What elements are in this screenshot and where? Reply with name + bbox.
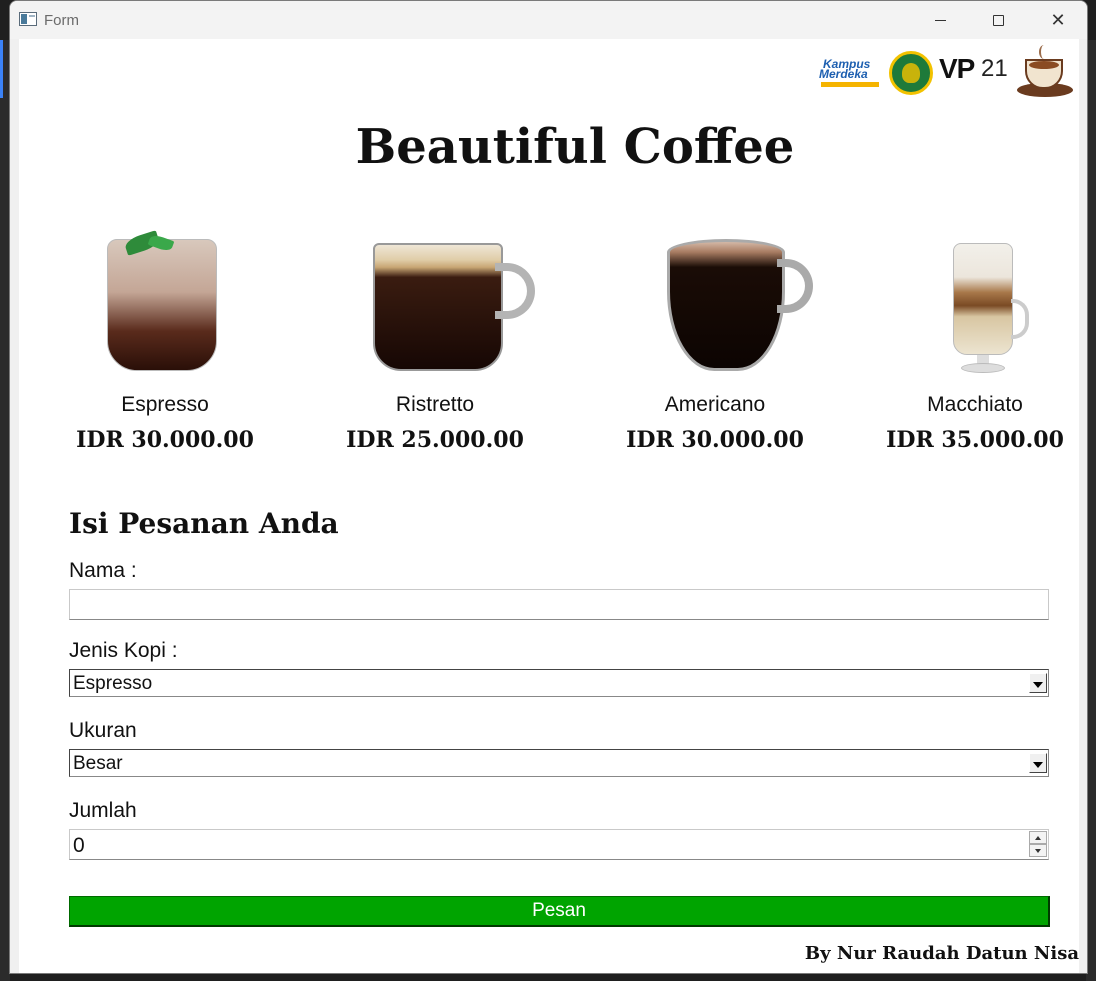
product-price: IDR 30.000.00 xyxy=(626,427,804,453)
product-price: IDR 35.000.00 xyxy=(886,427,1064,453)
jumlah-value: 0 xyxy=(73,834,85,857)
product-ristretto: Ristretto IDR 25.000.00 xyxy=(345,393,525,453)
taskbar-accent xyxy=(0,40,3,98)
dropdown-arrow-button[interactable] xyxy=(1029,673,1047,693)
author-credit: By Nur Raudah Datun Nisa xyxy=(804,943,1079,964)
pesan-button[interactable]: Pesan xyxy=(69,896,1050,927)
product-name: Espresso xyxy=(121,393,209,416)
latte-glass-icon xyxy=(947,243,1037,377)
jumlah-spinbox[interactable]: 0 xyxy=(69,829,1049,860)
chevron-down-icon xyxy=(1033,762,1043,768)
product-price: IDR 30.000.00 xyxy=(76,427,254,453)
coffee-cup-logo xyxy=(1015,45,1075,101)
spin-up-button[interactable] xyxy=(1029,831,1047,844)
glass-handle xyxy=(1011,299,1029,339)
mug-handle xyxy=(777,259,813,313)
product-name: Ristretto xyxy=(395,393,475,416)
product-americano: Americano IDR 30.000.00 xyxy=(625,393,805,453)
university-seal-logo xyxy=(889,51,933,95)
logo-strip: Kampus Merdeka VP 21 xyxy=(819,45,1075,101)
close-icon: ✕ xyxy=(1050,10,1066,30)
dropdown-arrow-button[interactable] xyxy=(1029,753,1047,773)
coffee-mug-icon xyxy=(667,239,817,373)
mug-handle xyxy=(495,263,535,319)
vp21-logo: VP 21 xyxy=(939,51,1009,95)
maximize-button[interactable] xyxy=(969,1,1027,39)
nama-input[interactable] xyxy=(69,589,1049,620)
kampus-merdeka-logo: Kampus Merdeka xyxy=(819,53,883,93)
product-espresso: Espresso IDR 30.000.00 xyxy=(75,393,255,453)
minimize-icon xyxy=(934,19,946,21)
merdeka-text: Merdeka xyxy=(819,67,868,81)
jenis-kopi-label: Jenis Kopi : xyxy=(69,639,178,662)
arrow-down-icon xyxy=(1035,848,1041,853)
iced-coffee-glass-icon xyxy=(107,230,217,375)
vp-num-text: 21 xyxy=(981,55,1008,82)
vp-text: VP xyxy=(939,53,975,84)
jumlah-label: Jumlah xyxy=(69,799,137,822)
spin-buttons xyxy=(1029,831,1047,858)
product-macchiato: Macchiato IDR 35.000.00 xyxy=(885,393,1065,453)
jenis-kopi-select[interactable]: Espresso xyxy=(69,669,1049,697)
maximize-icon xyxy=(992,14,1004,26)
logo-bar xyxy=(821,82,879,87)
glass-body xyxy=(953,243,1013,355)
spin-down-button[interactable] xyxy=(1029,844,1047,857)
glass-base xyxy=(961,363,1005,373)
page-title: Beautiful Coffee xyxy=(355,119,795,175)
mug-body xyxy=(373,243,503,371)
arrow-up-icon xyxy=(1035,835,1041,840)
minimize-button[interactable] xyxy=(911,1,969,39)
nama-label: Nama : xyxy=(69,559,137,582)
form-client-area: Kampus Merdeka VP 21 Beautiful Coffee Es… xyxy=(19,39,1079,973)
product-name: Americano xyxy=(664,393,766,416)
close-button[interactable]: ✕ xyxy=(1029,1,1087,39)
product-price: IDR 25.000.00 xyxy=(346,427,524,453)
product-name: Macchiato xyxy=(927,393,1023,416)
glass-body xyxy=(107,239,217,371)
title-bar[interactable]: Form ✕ xyxy=(10,1,1087,39)
window-title: Form xyxy=(44,12,79,29)
coffee-mug-icon xyxy=(373,243,537,373)
app-form-icon xyxy=(19,12,37,26)
ukuran-select[interactable]: Besar xyxy=(69,749,1049,777)
jenis-kopi-value: Espresso xyxy=(73,673,153,694)
form-window: Form ✕ Kampus Merdeka VP 21 Beautiful Co… xyxy=(9,0,1088,974)
steam-shape xyxy=(1039,45,1049,59)
mug-body xyxy=(667,239,785,371)
ukuran-label: Ukuran xyxy=(69,719,137,742)
chevron-down-icon xyxy=(1033,682,1043,688)
coffee-shape xyxy=(1029,61,1059,69)
form-title: Isi Pesanan Anda xyxy=(69,507,339,540)
ukuran-value: Besar xyxy=(73,753,123,774)
